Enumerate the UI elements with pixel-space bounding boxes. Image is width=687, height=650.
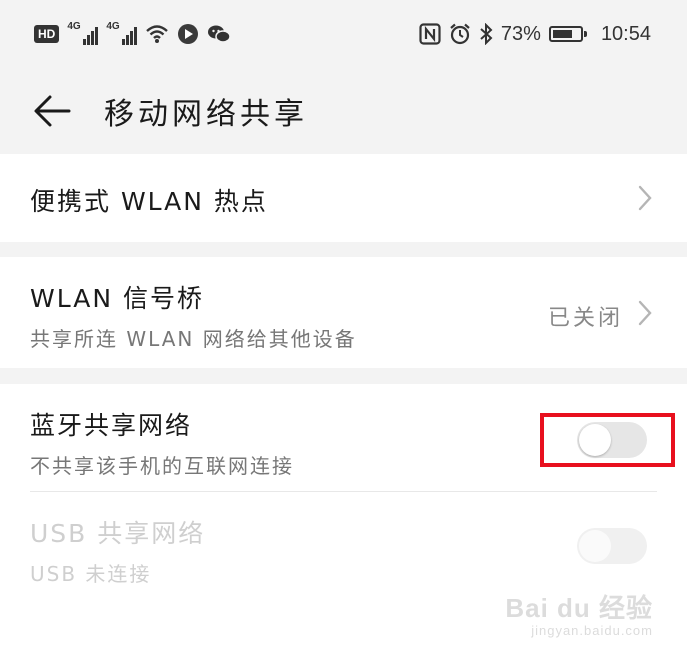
usb-tethering-toggle <box>577 528 647 564</box>
hd-badge: HD <box>34 25 60 43</box>
app-bar: 移动网络共享 <box>0 68 687 154</box>
page-title: 移动网络共享 <box>104 97 308 132</box>
arrow-left-icon <box>34 95 71 127</box>
clock: 10:54 <box>600 22 651 45</box>
status-bar: HD 4G 4G 73% 10:54 <box>0 0 687 68</box>
watermark-url: jingyan.baidu.com <box>531 623 653 638</box>
chevron-right-icon <box>638 185 652 211</box>
watermark: Bai du 经验 jingyan.baidu.com <box>505 588 653 638</box>
list-item-usb-tethering: USB 共享网络 USB 未连接 <box>0 492 687 602</box>
nfc-icon <box>419 23 441 45</box>
battery-percent: 73% <box>500 22 541 45</box>
wechat-icon <box>208 25 232 43</box>
chevron-right-icon <box>638 300 652 326</box>
back-button[interactable] <box>22 81 82 141</box>
app-icon <box>178 24 199 44</box>
highlight-box <box>540 413 675 467</box>
wifi-icon <box>146 25 169 43</box>
list-item-portable-hotspot[interactable]: 便携式 WLAN 热点 <box>0 154 687 242</box>
list-item-wlan-bridge[interactable]: WLAN 信号桥 共享所连 WLAN 网络给其他设备 已关闭 <box>0 257 687 368</box>
signal-network-label: 4G <box>67 21 81 32</box>
battery-fill <box>552 30 572 38</box>
status-bar-left: HD 4G 4G <box>34 21 232 45</box>
list-item-subtitle: USB 未连接 <box>30 562 152 586</box>
signal-network-label-2: 4G <box>106 21 120 32</box>
toggle-knob <box>579 530 611 562</box>
list-item-title: 便携式 WLAN 热点 <box>30 187 268 216</box>
signal-strength-icon-2: 4G <box>106 21 138 45</box>
watermark-logo: Bai du 经验 <box>505 593 653 623</box>
battery-icon <box>548 26 587 42</box>
list-item-title: USB 共享网络 <box>30 519 206 548</box>
bluetooth-icon <box>480 23 493 45</box>
alarm-icon <box>450 23 470 45</box>
status-bar-right: 73% 10:54 <box>419 23 651 46</box>
signal-strength-icon: 4G <box>67 21 99 45</box>
status-badge: 已关闭 <box>547 306 623 331</box>
